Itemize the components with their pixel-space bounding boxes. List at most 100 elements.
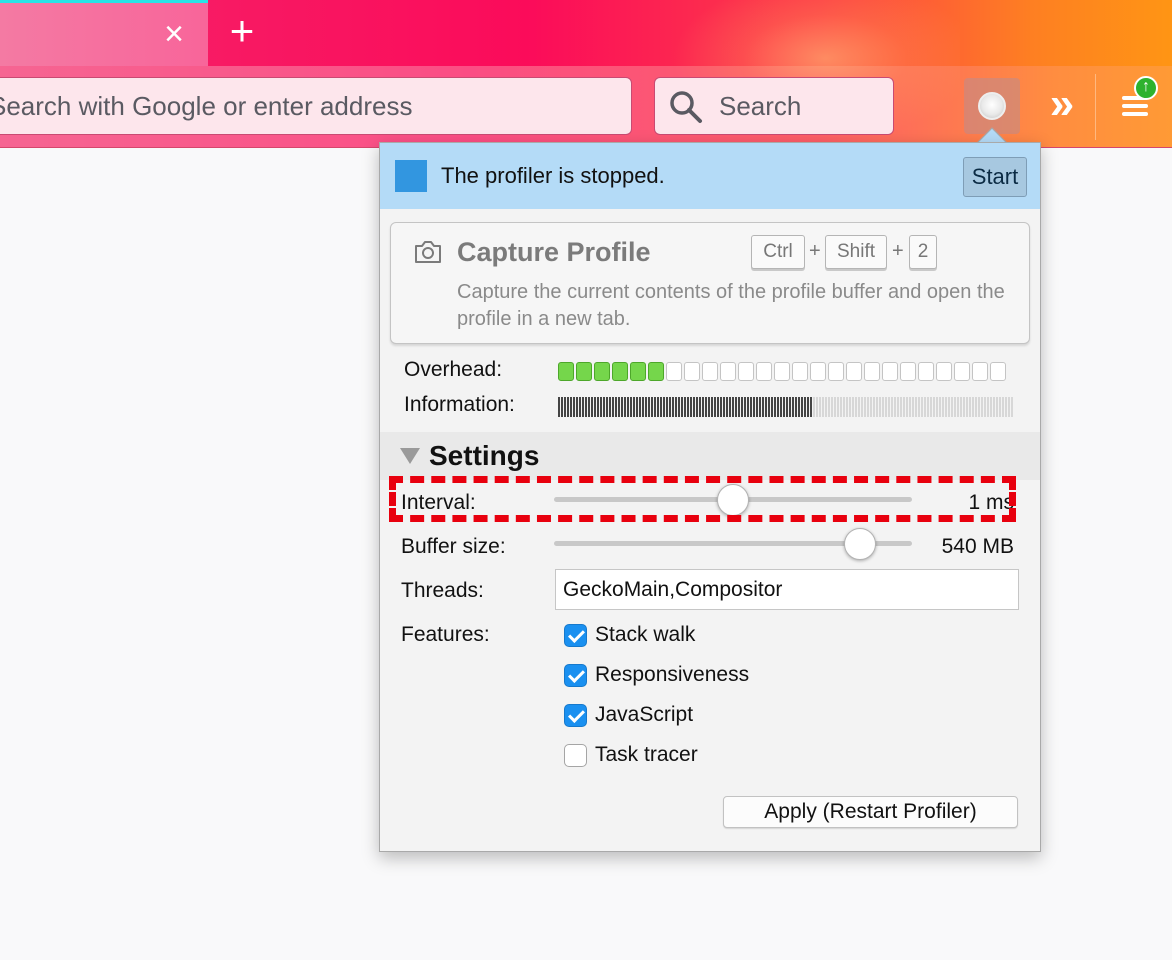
information-tick — [942, 397, 944, 417]
information-tick — [636, 397, 638, 417]
information-tick — [849, 397, 851, 417]
javascript-label: JavaScript — [595, 703, 694, 726]
javascript-checkbox[interactable] — [564, 704, 587, 727]
overhead-segment — [558, 362, 574, 381]
information-tick — [726, 397, 728, 417]
stack-walk-label: Stack walk — [595, 623, 696, 646]
information-tick — [594, 397, 596, 417]
information-tick — [924, 397, 926, 417]
overhead-segment — [846, 362, 862, 381]
features-label: Features: — [401, 623, 490, 646]
overhead-segment — [594, 362, 610, 381]
information-tick — [981, 397, 983, 417]
search-bar[interactable]: Search — [654, 77, 894, 135]
information-tick — [672, 397, 674, 417]
url-bar-placeholder: Search with Google or enter address — [0, 91, 413, 121]
update-arrow-icon: ↑ — [1134, 76, 1158, 100]
information-tick — [780, 397, 782, 417]
information-tick — [819, 397, 821, 417]
information-tick — [663, 397, 665, 417]
information-tick — [978, 397, 980, 417]
information-tick — [591, 397, 593, 417]
information-tick — [834, 397, 836, 417]
overflow-menu-button[interactable]: » — [1036, 82, 1080, 128]
information-tick — [729, 397, 731, 417]
information-tick — [876, 397, 878, 417]
information-tick — [744, 397, 746, 417]
information-tick — [660, 397, 662, 417]
information-tick — [696, 397, 698, 417]
information-tick — [807, 397, 809, 417]
profiler-status-text: The profiler is stopped. — [441, 163, 665, 188]
hamburger-menu-button[interactable]: ↑ — [1118, 76, 1164, 130]
information-tick — [759, 397, 761, 417]
responsiveness-checkbox[interactable] — [564, 664, 587, 687]
capture-profile-description: Capture the current contents of the prof… — [457, 281, 1005, 330]
shortcut-plus: + — [809, 240, 821, 262]
information-tick — [588, 397, 590, 417]
information-tick — [969, 397, 971, 417]
information-tick — [609, 397, 611, 417]
information-tick — [699, 397, 701, 417]
information-tick — [561, 397, 563, 417]
capture-profile-button[interactable]: Capture Profile Ctrl + Shift + 2 Capture… — [390, 222, 1030, 344]
overhead-segment — [702, 362, 718, 381]
information-tick — [867, 397, 869, 417]
active-tab[interactable]: × — [0, 0, 208, 66]
hamburger-icon-bar — [1122, 104, 1148, 108]
information-tick — [705, 397, 707, 417]
information-tick — [900, 397, 902, 417]
buffer-size-slider-thumb[interactable] — [844, 528, 877, 560]
information-tick — [837, 397, 839, 417]
information-tick — [645, 397, 647, 417]
interval-highlight-annotation — [389, 476, 1016, 522]
task-tracer-checkbox[interactable] — [564, 744, 587, 767]
information-tick — [621, 397, 623, 417]
information-tick — [666, 397, 668, 417]
information-tick — [576, 397, 578, 417]
information-tick — [957, 397, 959, 417]
settings-title: Settings — [429, 440, 540, 471]
information-tick — [882, 397, 884, 417]
information-tick — [648, 397, 650, 417]
information-tick — [615, 397, 617, 417]
information-tick — [879, 397, 881, 417]
information-tick — [630, 397, 632, 417]
overhead-meter — [558, 362, 1006, 382]
information-tick — [687, 397, 689, 417]
threads-label: Threads: — [401, 579, 484, 602]
information-tick — [894, 397, 896, 417]
start-button[interactable]: Start — [963, 157, 1027, 197]
information-tick — [714, 397, 716, 417]
information-tick — [669, 397, 671, 417]
overhead-segment — [828, 362, 844, 381]
information-tick — [864, 397, 866, 417]
information-tick — [585, 397, 587, 417]
information-tick — [972, 397, 974, 417]
apply-restart-profiler-button[interactable]: Apply (Restart Profiler) — [723, 796, 1018, 828]
overhead-segment — [612, 362, 628, 381]
information-tick — [720, 397, 722, 417]
information-tick — [792, 397, 794, 417]
information-tick — [567, 397, 569, 417]
shortcut-key-ctrl: Ctrl — [751, 235, 805, 269]
information-tick — [945, 397, 947, 417]
overhead-segment — [918, 362, 934, 381]
profiler-toolbar-button[interactable] — [964, 78, 1020, 134]
information-tick — [738, 397, 740, 417]
settings-header[interactable]: Settings — [380, 432, 1040, 480]
information-tick — [708, 397, 710, 417]
url-bar[interactable]: Search with Google or enter address — [0, 77, 632, 135]
new-tab-button[interactable]: + — [220, 10, 264, 54]
buffer-size-value: 540 MB — [941, 535, 1014, 558]
information-tick — [639, 397, 641, 417]
information-tick — [684, 397, 686, 417]
information-tick — [1002, 397, 1004, 417]
tab-close-icon[interactable]: × — [160, 17, 188, 51]
threads-input[interactable] — [555, 569, 1019, 610]
capture-profile-title: Capture Profile — [457, 237, 651, 267]
information-tick — [861, 397, 863, 417]
stack-walk-checkbox[interactable] — [564, 624, 587, 647]
information-tick — [600, 397, 602, 417]
information-tick — [948, 397, 950, 417]
